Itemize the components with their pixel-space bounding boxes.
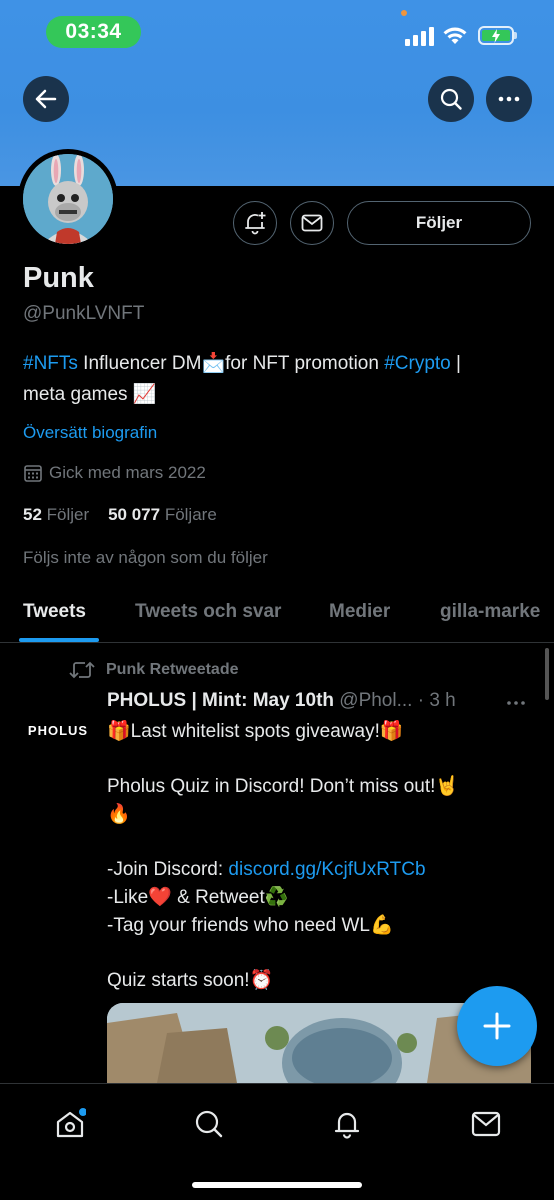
tweet-line: -Join Discord: discord.gg/KcjfUxRTCb — [107, 856, 527, 884]
cellular-signal-icon — [405, 26, 435, 46]
compose-tweet-button[interactable] — [457, 986, 537, 1066]
plus-icon — [483, 1012, 511, 1040]
scrollbar[interactable] — [545, 648, 549, 700]
translate-bio-link[interactable]: Översätt biografin — [23, 423, 157, 443]
hashtag-crypto-link[interactable]: #Crypto — [384, 353, 451, 374]
retweet-icon — [69, 661, 95, 679]
joined-date: Gick med mars 2022 — [23, 463, 206, 483]
more-horizontal-icon — [507, 701, 525, 705]
tweet-author-name[interactable]: PHOLUS | Mint: May 10th — [107, 690, 334, 711]
retweet-context: Punk Retweetade — [68, 660, 238, 680]
bunny-ape-avatar-image — [23, 154, 113, 244]
tweet-line: 🎁Last whitelist spots giveaway!🎁 — [107, 721, 404, 742]
bell-plus-icon — [245, 212, 266, 235]
status-time: 03:34 — [46, 16, 141, 48]
back-button[interactable] — [23, 76, 69, 122]
following-label: Följer — [46, 505, 90, 524]
tweet-line: -Like❤️ & Retweet♻️ — [107, 887, 289, 908]
arrow-left-icon — [35, 89, 57, 109]
tweet-line: -Tag your friends who need WL💪 — [107, 915, 394, 936]
home-icon — [56, 1108, 86, 1138]
bio-text: meta games — [23, 384, 133, 405]
search-icon — [440, 88, 462, 110]
envelope-icon — [301, 214, 323, 232]
joined-text: Gick med mars 2022 — [49, 463, 206, 482]
active-tab-indicator — [19, 638, 99, 642]
tab-likes[interactable]: gilla-marke — [440, 601, 540, 623]
bio-emoji: 📩 — [201, 352, 226, 374]
tab-tweets-and-replies[interactable]: Tweets och svar — [135, 601, 281, 623]
bio-text: Influencer DM — [77, 353, 202, 374]
wifi-icon — [443, 27, 467, 44]
notify-button[interactable] — [233, 201, 277, 245]
followers-count: 50 077 — [108, 505, 161, 524]
tweet-header: PHOLUS | Mint: May 10th @Phol... · 3 h — [107, 690, 497, 712]
following-count: 52 — [23, 505, 42, 524]
more-options-button[interactable] — [486, 76, 532, 122]
envelope-icon — [471, 1111, 501, 1137]
not-followed-notice: Följs inte av någon som du följer — [23, 548, 268, 567]
profile-tabs: Tweets Tweets och svar Medier gilla-mark… — [0, 585, 554, 643]
tweet-line: 🔥 — [107, 804, 131, 825]
tweet-more-button[interactable] — [506, 690, 526, 711]
followers-link[interactable]: 50 077 Följare — [108, 505, 217, 524]
hashtag-nfts-link[interactable]: #NFTs — [23, 353, 78, 374]
profile-avatar[interactable] — [18, 149, 118, 249]
retweet-label[interactable]: Punk Retweetade — [106, 661, 238, 679]
following-link[interactable]: 52 Följer — [23, 505, 89, 524]
bell-icon — [334, 1112, 360, 1139]
profile-bio: #NFTs Influencer DM📩for NFT promotion #C… — [23, 348, 533, 410]
nav-notifications[interactable] — [327, 1104, 367, 1144]
tweet-handle-time: @Phol... · 3 h — [334, 690, 456, 711]
tweet-line-prefix: -Join Discord: — [107, 859, 229, 880]
tweet-text: 🎁Last whitelist spots giveaway!🎁 Pholus … — [107, 718, 527, 995]
search-button[interactable] — [428, 76, 474, 122]
home-indicator[interactable] — [192, 1182, 362, 1188]
search-icon — [195, 1110, 223, 1138]
tab-tweets[interactable]: Tweets — [23, 601, 86, 623]
followers-label: Följare — [164, 505, 217, 524]
tweet-author-avatar[interactable]: PHOLUS — [20, 712, 96, 748]
nav-search[interactable] — [189, 1104, 229, 1144]
following-button[interactable]: Följer — [347, 201, 531, 245]
discord-link[interactable]: discord.gg/KcjfUxRTCb — [228, 859, 425, 880]
battery-charging-icon — [478, 26, 517, 45]
tab-media[interactable]: Medier — [329, 601, 390, 623]
follow-stats: 52 Följer 50 077 Följare — [23, 505, 217, 525]
bio-emoji: 📈 — [132, 383, 157, 405]
tweet-line: Pholus Quiz in Discord! Don’t miss out!🤘 — [107, 776, 460, 797]
avatar-logo-text: PHOLUS — [27, 722, 89, 738]
profile-handle: @PunkLVNFT — [23, 303, 145, 324]
message-button[interactable] — [290, 201, 334, 245]
bio-text: for NFT promotion — [225, 353, 385, 374]
nav-messages[interactable] — [466, 1104, 506, 1144]
calendar-icon — [24, 465, 42, 482]
nav-home[interactable] — [50, 1104, 90, 1144]
tweet-line: Quiz starts soon!⏰ — [107, 970, 274, 991]
more-horizontal-icon — [498, 96, 520, 102]
privacy-indicator-dot — [401, 10, 407, 16]
profile-name: Punk — [23, 262, 94, 294]
bio-text: | — [450, 353, 461, 374]
